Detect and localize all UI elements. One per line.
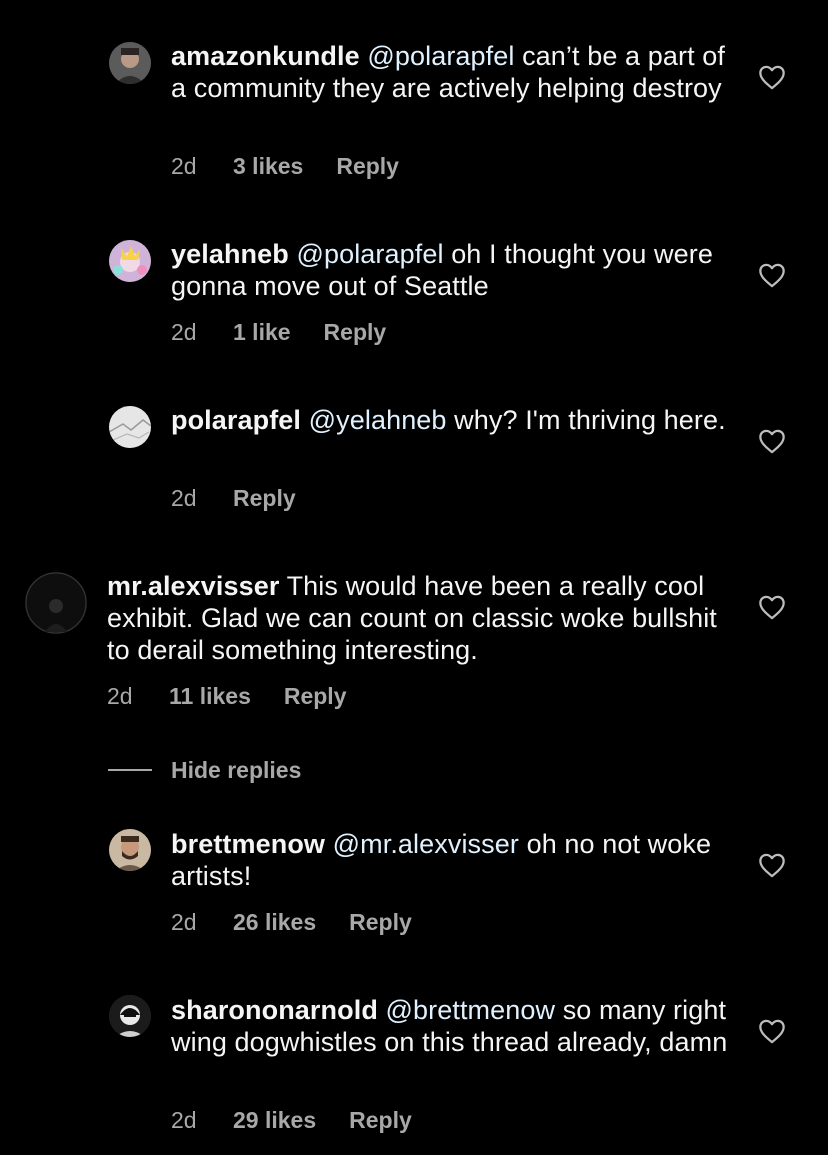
- comment-meta: 2d 11 likes Reply: [107, 683, 347, 710]
- hide-replies-divider: [108, 769, 152, 771]
- reply-button[interactable]: Reply: [233, 485, 296, 512]
- reply-button[interactable]: Reply: [324, 319, 387, 346]
- comment-username[interactable]: brettmenow: [171, 829, 325, 859]
- comment-time: 2d: [107, 683, 133, 709]
- comment-text: polarapfel @yelahneb why? I'm thriving h…: [171, 404, 731, 436]
- comment-meta: 2d 29 likes Reply: [171, 1107, 412, 1134]
- comment-mention[interactable]: @polarapfel: [367, 41, 514, 71]
- reply-button[interactable]: Reply: [336, 153, 399, 180]
- avatar[interactable]: [25, 572, 87, 634]
- comment-meta: 2d Reply: [171, 485, 296, 512]
- comment-meta: 2d 3 likes Reply: [171, 153, 399, 180]
- comment-likes[interactable]: 3 likes: [233, 153, 303, 180]
- comment-mention[interactable]: @mr.alexvisser: [333, 829, 519, 859]
- reply-button[interactable]: Reply: [349, 1107, 412, 1134]
- reply-button[interactable]: Reply: [349, 909, 412, 936]
- comment-time: 2d: [171, 909, 197, 935]
- comment-text: mr.alexvisser This would have been a rea…: [107, 570, 747, 666]
- avatar[interactable]: [109, 829, 151, 871]
- comment-text: brettmenow @mr.alexvisser oh no not woke…: [171, 828, 731, 892]
- heart-outline-icon[interactable]: [758, 852, 786, 878]
- comment-likes[interactable]: 1 like: [233, 319, 291, 346]
- heart-outline-icon[interactable]: [758, 594, 786, 620]
- comment-time: 2d: [171, 485, 197, 511]
- comment-time: 2d: [171, 319, 197, 345]
- comment-likes[interactable]: 26 likes: [233, 909, 316, 936]
- hide-replies-button[interactable]: Hide replies: [108, 756, 301, 784]
- heart-outline-icon[interactable]: [758, 428, 786, 454]
- heart-outline-icon[interactable]: [758, 262, 786, 288]
- comment-time: 2d: [171, 1107, 197, 1133]
- comment-mention[interactable]: @yelahneb: [309, 405, 447, 435]
- reply-button[interactable]: Reply: [284, 683, 347, 710]
- avatar[interactable]: [109, 42, 151, 84]
- comment-likes[interactable]: 11 likes: [169, 683, 251, 710]
- comment-text: yelahneb @polarapfel oh I thought you we…: [171, 238, 731, 302]
- avatar[interactable]: [109, 240, 151, 282]
- comment-meta: 2d 26 likes Reply: [171, 909, 412, 936]
- comment-likes[interactable]: 29 likes: [233, 1107, 316, 1134]
- comment-text: amazonkundle @polarapfel can’t be a part…: [171, 40, 731, 104]
- comment-meta: 2d 1 like Reply: [171, 319, 386, 346]
- comment-text: sharononarnold @brettmenow so many right…: [171, 994, 731, 1058]
- comment-username[interactable]: sharononarnold: [171, 995, 378, 1025]
- comment-username[interactable]: polarapfel: [171, 405, 301, 435]
- comment-username[interactable]: amazonkundle: [171, 41, 360, 71]
- hide-replies-label: Hide replies: [171, 756, 302, 783]
- comment-username[interactable]: yelahneb: [171, 239, 289, 269]
- comment-message: why? I'm thriving here.: [454, 405, 726, 435]
- comment-time: 2d: [171, 153, 197, 179]
- avatar[interactable]: [109, 406, 151, 448]
- heart-outline-icon[interactable]: [758, 1018, 786, 1044]
- comment-username[interactable]: mr.alexvisser: [107, 571, 279, 601]
- comment-mention[interactable]: @polarapfel: [296, 239, 443, 269]
- heart-outline-icon[interactable]: [758, 64, 786, 90]
- avatar[interactable]: [109, 995, 151, 1037]
- comment-mention[interactable]: @brettmenow: [386, 995, 556, 1025]
